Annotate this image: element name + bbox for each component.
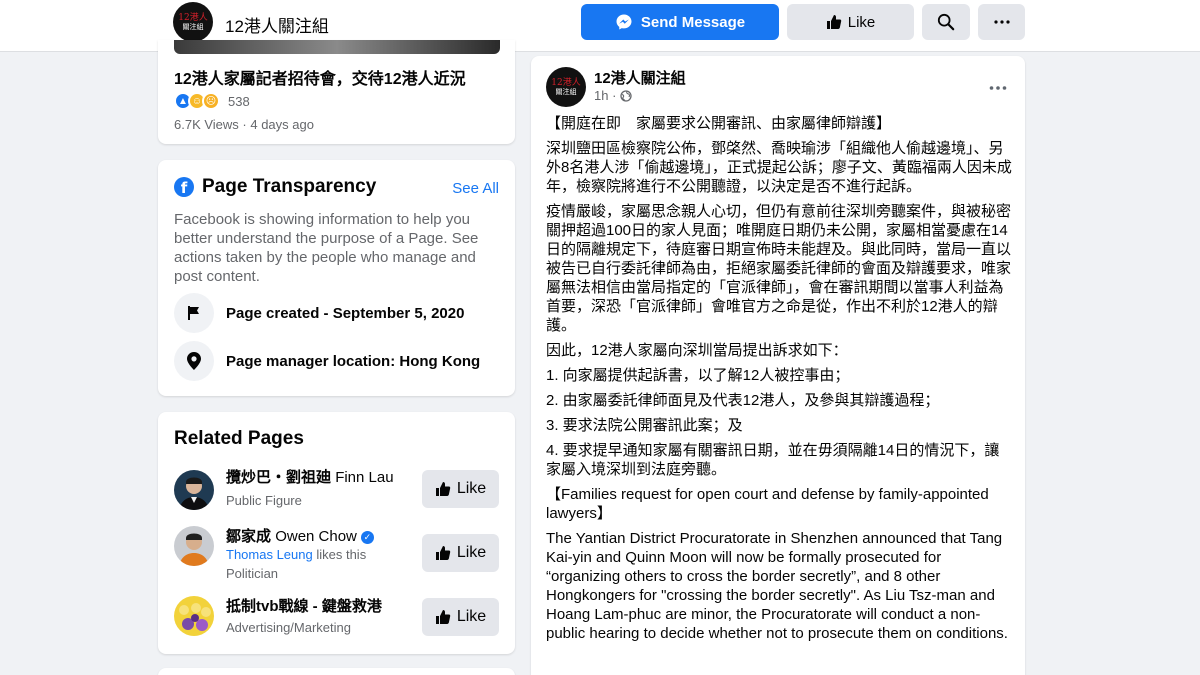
video-title[interactable]: 12港人家屬記者招待會，交待12港人近況	[174, 65, 466, 89]
send-message-button[interactable]: Send Message	[581, 4, 779, 40]
related-page-item[interactable]: 抵制tvb戰線 - 鍵盤救港 Advertising/Marketing Lik…	[174, 592, 499, 644]
page-title[interactable]: 12港人關注組	[225, 12, 329, 37]
see-all-link[interactable]: See All	[452, 180, 499, 197]
related-page-avatar[interactable]	[174, 470, 214, 510]
search-icon	[937, 13, 955, 31]
friend-link[interactable]: Thomas Leung	[226, 547, 313, 562]
like-label: Like	[456, 544, 487, 561]
avatar-text-top: 12港人	[551, 78, 581, 88]
related-page-like-button[interactable]: Like	[422, 534, 499, 572]
post-paragraph: 2. 由家屬委託律師面見及代表12港人，及參與其辯護過程；	[546, 392, 940, 409]
more-dots-icon	[993, 20, 1010, 24]
avatar-text-bottom: 關注組	[182, 23, 204, 31]
verified-badge-icon: ✓	[360, 531, 374, 544]
video-meta: 6.7K Views · 4 days ago	[174, 117, 314, 132]
location-pin-icon	[174, 341, 214, 381]
transparency-title: Page Transparency	[202, 176, 377, 197]
post-paragraph: 4. 要求提早通知家屬有關審訊日期，並在毋須隔離14日的情況下，讓家屬入境深圳到…	[546, 442, 1000, 478]
related-page-name[interactable]: 抵制tvb戰線 - 鍵盤救港	[226, 595, 382, 616]
post-author-name[interactable]: 12港人關注組	[594, 67, 686, 88]
thumbs-up-icon	[435, 610, 451, 624]
like-page-button[interactable]: Like	[787, 4, 914, 40]
related-page-social-context: Thomas Leung likes this	[226, 547, 367, 562]
post-paragraph: 1. 向家屬提供起訴書，以了解12人被控事由；	[546, 367, 850, 384]
send-message-label: Send Message	[640, 13, 746, 31]
post-body: 【開庭在即 家屬要求公開審訊、由家屬律師辯護】 深圳鹽田區檢察院公佈，鄧棨然、喬…	[546, 114, 1012, 649]
related-page-avatar[interactable]	[174, 526, 214, 566]
post-timestamp[interactable]: 1h ·	[594, 88, 633, 103]
related-page-avatar[interactable]	[174, 596, 214, 636]
thumbs-up-icon	[435, 482, 451, 496]
post-paragraph: The Yantian District Procuratorate in Sh…	[546, 530, 1008, 642]
thumbs-up-icon	[826, 15, 841, 29]
related-page-like-button[interactable]: Like	[422, 598, 499, 636]
post-options-button[interactable]	[989, 74, 1007, 95]
search-button[interactable]	[922, 4, 970, 40]
flag-icon	[174, 293, 214, 333]
related-page-name[interactable]: 鄒家成 Owen Chow ✓	[226, 525, 374, 546]
sad-reaction-icon: ☹	[202, 92, 220, 110]
transparency-description: Facebook is showing information to help …	[174, 211, 479, 285]
avatar-text-bottom: 關注組	[555, 88, 577, 96]
like-label: Like	[456, 608, 487, 625]
manager-location-row: Page manager location: Hong Kong	[174, 341, 480, 381]
post-author-avatar[interactable]: 12港人 關注組	[546, 67, 586, 107]
facebook-icon: f	[174, 177, 194, 197]
like-page-label: Like	[847, 13, 876, 31]
post-paragraph: 因此，12港人家屬向深圳當局提出訴求如下：	[546, 342, 848, 359]
post-paragraph: 【開庭在即 家屬要求公開審訊、由家屬律師辯護】	[546, 115, 892, 132]
post-paragraph: 疫情嚴峻，家屬思念親人心切，但仍有意前往深圳旁聽案件，與被秘密關押超過100日的…	[546, 203, 1012, 334]
post-paragraph: 【Families request for open court and def…	[546, 486, 989, 522]
related-page-category: Politician	[226, 566, 279, 581]
manager-location-text: Page manager location: Hong Kong	[226, 352, 481, 370]
related-page-category: Public Figure	[226, 493, 302, 508]
video-card[interactable]: 12港人家屬記者招待會，交待12港人近況 ▲ ☺ ☹ 538 6.7K View…	[158, 40, 515, 144]
related-page-category: Advertising/Marketing	[226, 620, 351, 635]
reaction-count: 538	[228, 93, 250, 109]
related-pages-card: Related Pages 攬炒巴・劉祖廸 Finn Lau Public Fi…	[158, 412, 515, 654]
thumbs-up-icon	[435, 546, 451, 560]
messenger-icon	[616, 14, 632, 30]
more-dots-icon	[989, 86, 1007, 90]
related-page-name[interactable]: 攬炒巴・劉祖廸 Finn Lau	[226, 466, 394, 487]
related-page-item[interactable]: 攬炒巴・劉祖廸 Finn Lau Public Figure Like	[174, 464, 499, 516]
post-card: 12港人 關注組 12港人關注組 1h · 【開庭在即 家屬要求公開審訊、由家屬…	[531, 56, 1025, 675]
page-created-text: Page created - September 5, 2020	[226, 304, 465, 322]
page-created-row: Page created - September 5, 2020	[174, 293, 464, 333]
page-transparency-card: f Page Transparency See All Facebook is …	[158, 160, 515, 396]
avatar-text-top: 12港人	[178, 13, 208, 23]
globe-icon	[620, 89, 633, 102]
next-card	[158, 668, 515, 675]
related-page-item[interactable]: 鄒家成 Owen Chow ✓ Thomas Leung likes this P…	[174, 522, 499, 581]
video-thumbnail[interactable]	[174, 40, 500, 54]
related-page-like-button[interactable]: Like	[422, 470, 499, 508]
page-avatar[interactable]: 12港人 關注組	[173, 2, 213, 42]
post-paragraph: 3. 要求法院公開審訊此案；及	[546, 417, 743, 434]
related-pages-title: Related Pages	[174, 428, 304, 449]
like-label: Like	[456, 480, 487, 497]
reaction-summary[interactable]: ▲ ☺ ☹ 538	[174, 92, 250, 110]
more-options-button[interactable]	[978, 4, 1025, 40]
post-paragraph: 深圳鹽田區檢察院公佈，鄧棨然、喬映瑜涉「組織他人偷越邊境」、另外8名港人涉「偷越…	[546, 140, 1012, 195]
transparency-header: f Page Transparency	[174, 176, 376, 198]
